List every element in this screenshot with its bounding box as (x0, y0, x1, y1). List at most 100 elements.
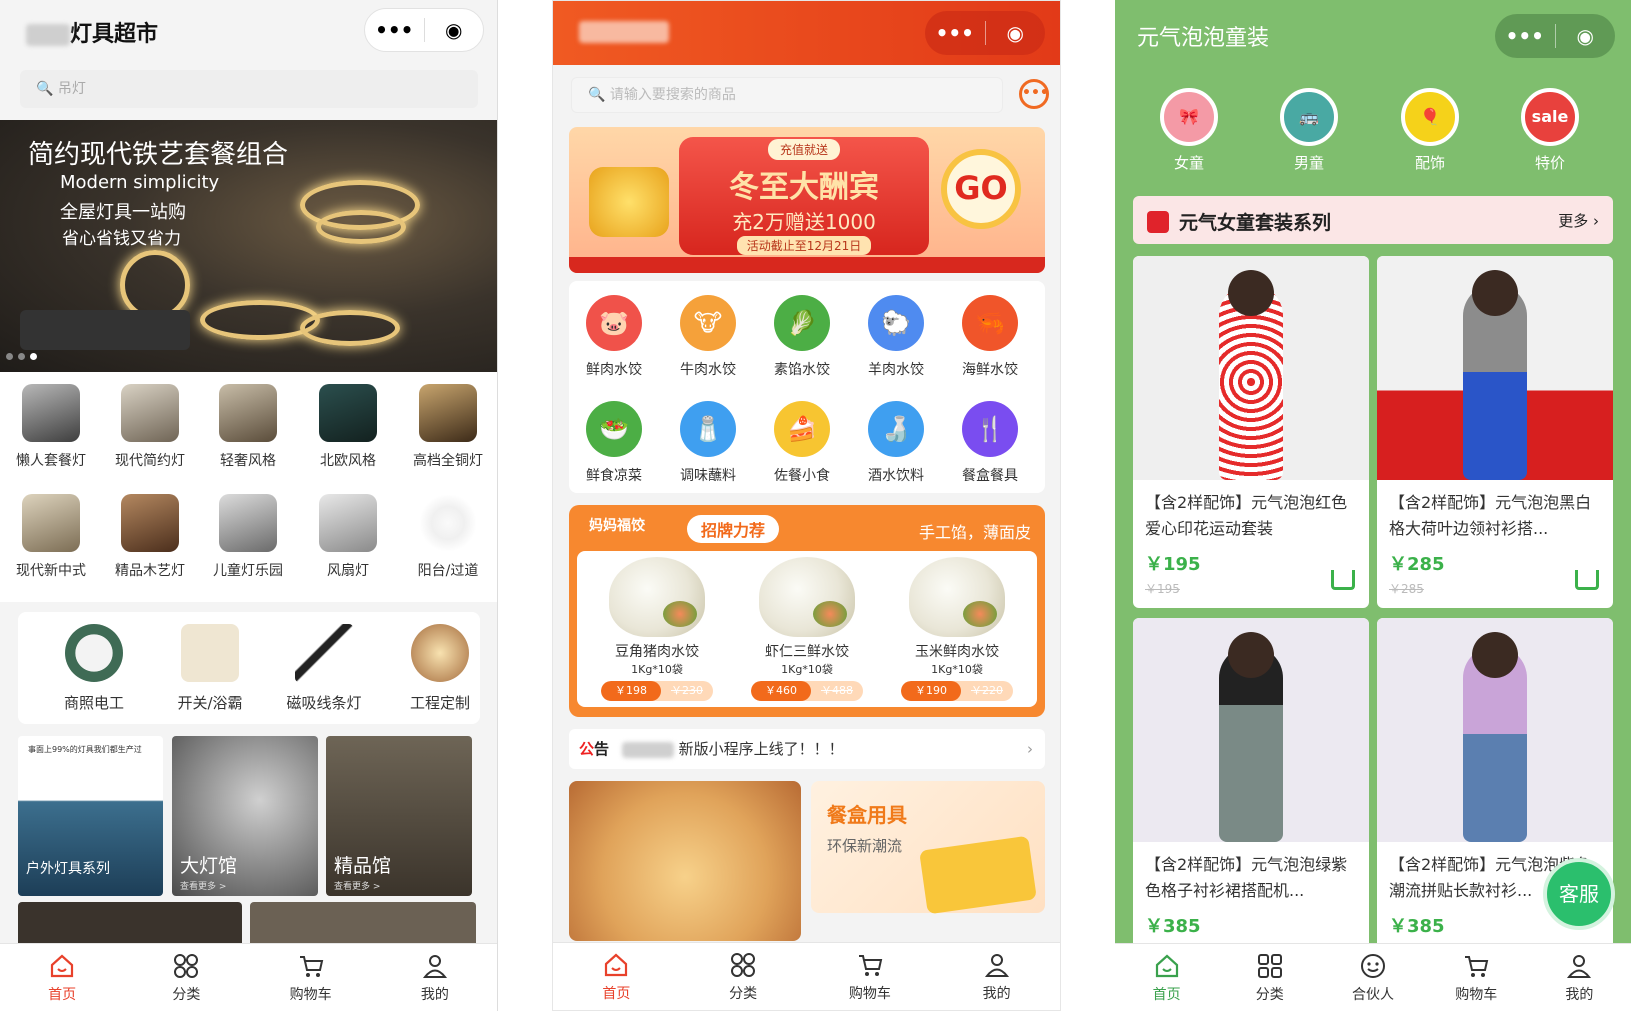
tab-partner[interactable]: 合伙人 (1321, 944, 1424, 1011)
product-card[interactable]: 玉米鲜肉水饺 1Kg*10袋 ￥190 ￥220 (887, 557, 1027, 701)
money-bag-icon (589, 167, 669, 237)
product-card[interactable]: 【含2样配饰】元气泡泡黑白格大荷叶边领衬衫搭... ￥285 ￥285 (1377, 256, 1613, 608)
more-button[interactable]: ••• (1495, 14, 1555, 58)
more-button[interactable]: ••• (925, 11, 985, 55)
product-card[interactable]: 虾仁三鲜水饺 1Kg*10袋 ￥460 ￥488 (737, 557, 877, 701)
product-card[interactable]: 【含2样配饰】元气泡泡绿紫色格子衬衫裙搭配机... ￥385 (1133, 618, 1369, 970)
promo-banner[interactable]: 充值就送 冬至大酬宾 充2万赠送1000 活动截止至12月21日 GO (569, 127, 1045, 273)
product-card[interactable]: 【含2样配饰】元气泡泡红色爱心印花运动套装 ￥195 ￥195 (1133, 256, 1369, 608)
category-item[interactable]: 开关/浴霸 (160, 624, 260, 713)
grid-item[interactable]: 阳台/过道 (400, 494, 496, 580)
close-button[interactable]: ◉ (1556, 14, 1616, 58)
banner-line: Modern simplicity (60, 172, 220, 193)
shrimp-icon: 🦐 (962, 295, 1018, 351)
category-item[interactable]: 🍶 酒水饮料 (851, 401, 941, 485)
lamp-thumbnail (219, 384, 277, 442)
lamp-thumbnail (419, 494, 477, 552)
tab-me[interactable]: 我的 (1528, 944, 1631, 1011)
tab-me[interactable]: 我的 (933, 943, 1060, 1010)
pig-icon: 🐷 (586, 295, 642, 351)
category-item[interactable]: 🦐 海鲜水饺 (945, 295, 1035, 379)
grid-item[interactable]: 轻奢风格 (200, 384, 296, 470)
close-button[interactable]: ◉ (425, 8, 484, 52)
grid-icon (174, 953, 199, 978)
menu-capsule: ••• ◉ (1495, 14, 1615, 58)
customer-service-button[interactable]: 客服 (1543, 858, 1615, 930)
grid-item[interactable]: 儿童灯乐园 (200, 494, 296, 580)
sale-icon: sale (1521, 88, 1579, 146)
category-item[interactable]: 🥗 鲜食凉菜 (569, 401, 659, 485)
category-item[interactable]: 🐑 羊肉水饺 (851, 295, 941, 379)
home-icon (605, 953, 628, 976)
product-image (1133, 256, 1369, 480)
tab-category[interactable]: 分类 (1218, 944, 1321, 1011)
user-icon (984, 953, 1009, 977)
hero-banner[interactable]: 简约现代铁艺套餐组合 Modern simplicity 全屋灯具一站购 省心省… (0, 120, 497, 372)
grid-item[interactable]: 现代新中式 (3, 494, 99, 580)
outdoor-lamps-tile[interactable]: 事面上99%的灯具我们都生产过 户外灯具系列 (18, 736, 163, 896)
dumpling-image (909, 557, 1005, 637)
grid-item[interactable]: 精品木艺灯 (102, 494, 198, 580)
lamp-ring (300, 310, 400, 346)
dumpling-photo[interactable] (569, 781, 801, 941)
product-image (1377, 256, 1613, 480)
add-to-cart-icon[interactable] (1575, 570, 1599, 590)
go-button[interactable]: GO (941, 149, 1021, 229)
tab-bar: 首页 分类 购物车 我的 (553, 942, 1060, 1010)
tab-cart[interactable]: 购物车 (807, 943, 934, 1010)
vegetable-icon: 🥬 (774, 295, 830, 351)
category-girls[interactable]: 🎀 女童 (1144, 88, 1234, 173)
grid-item[interactable]: 高档全铜灯 (400, 384, 496, 470)
sheep-icon: 🐑 (868, 295, 924, 351)
category-item[interactable]: 工程定制 (390, 624, 490, 713)
banner-card: 充值就送 冬至大酬宾 充2万赠送1000 活动截止至12月21日 (679, 137, 929, 255)
category-item[interactable]: 🐮 牛肉水饺 (663, 295, 753, 379)
style-grid: 懒人套餐灯 现代简约灯 轻奢风格 北欧风格 高档全铜灯 现代新中式 精品木艺灯 … (0, 372, 497, 602)
category-accessories[interactable]: 🎈 配饰 (1385, 88, 1475, 173)
user-icon (422, 954, 447, 978)
grid-item[interactable]: 北欧风格 (300, 384, 396, 470)
search-icon: 🔍 (36, 81, 54, 97)
drink-icon: 🍶 (868, 401, 924, 457)
add-to-cart-icon[interactable] (1331, 570, 1355, 590)
tab-home[interactable]: 首页 (553, 943, 680, 1010)
product-card[interactable]: 豆角猪肉水饺 1Kg*10袋 ￥198 ￥230 (587, 557, 727, 701)
more-button[interactable]: ••• (365, 8, 424, 52)
search-input[interactable]: 🔍 吊灯 (20, 70, 478, 108)
app-title: 灯具超市 (26, 16, 158, 48)
tab-cart[interactable]: 购物车 (249, 944, 373, 1011)
category-item[interactable]: 🍴 餐盒餐具 (945, 401, 1035, 485)
lamp-thumbnail (219, 494, 277, 552)
category-item[interactable]: 🍰 佐餐小食 (757, 401, 847, 485)
category-item[interactable]: 🧂 调味蘸料 (663, 401, 753, 485)
grid-item[interactable]: 现代简约灯 (102, 384, 198, 470)
tableware-promo[interactable]: 餐盒用具 环保新潮流 (811, 781, 1045, 915)
category-item[interactable]: 商照电工 (44, 624, 144, 713)
grid-item[interactable]: 风扇灯 (300, 494, 396, 580)
close-button[interactable]: ◉ (986, 11, 1046, 55)
big-lamp-hall-tile[interactable]: 大灯馆 查看更多 > (172, 736, 318, 896)
tab-category[interactable]: 分类 (680, 943, 807, 1010)
tab-home[interactable]: 首页 (0, 944, 124, 1011)
grid-item[interactable]: 懒人套餐灯 (3, 384, 99, 470)
category-item[interactable]: 磁吸线条灯 (274, 624, 374, 713)
more-link[interactable]: 更多 › (1558, 210, 1599, 231)
category-item[interactable]: 🐷 鲜肉水饺 (569, 295, 659, 379)
product-image (1377, 618, 1613, 842)
category-item[interactable]: 🥬 素馅水饺 (757, 295, 847, 379)
tab-cart[interactable]: 购物车 (1425, 944, 1528, 1011)
tab-category[interactable]: 分类 (124, 944, 248, 1011)
boutique-hall-tile[interactable]: 精品馆 查看更多 > (326, 736, 472, 896)
home-icon (51, 954, 74, 977)
tab-home[interactable]: 首页 (1115, 944, 1218, 1011)
cow-icon: 🐮 (680, 295, 736, 351)
search-input[interactable]: 🔍 请输入要搜索的商品 (571, 77, 1003, 113)
tab-me[interactable]: 我的 (373, 944, 497, 1011)
bow-icon: 🎀 (1160, 88, 1218, 146)
chat-icon[interactable]: ••• (1019, 79, 1049, 109)
lamp-thumbnail (121, 384, 179, 442)
category-sale[interactable]: sale 特价 (1505, 88, 1595, 173)
notice-bar[interactable]: 公告 新版小程序上线了！！！ › (569, 729, 1045, 769)
search-placeholder: 请输入要搜索的商品 (609, 87, 736, 103)
category-boys[interactable]: 🚌 男童 (1264, 88, 1354, 173)
